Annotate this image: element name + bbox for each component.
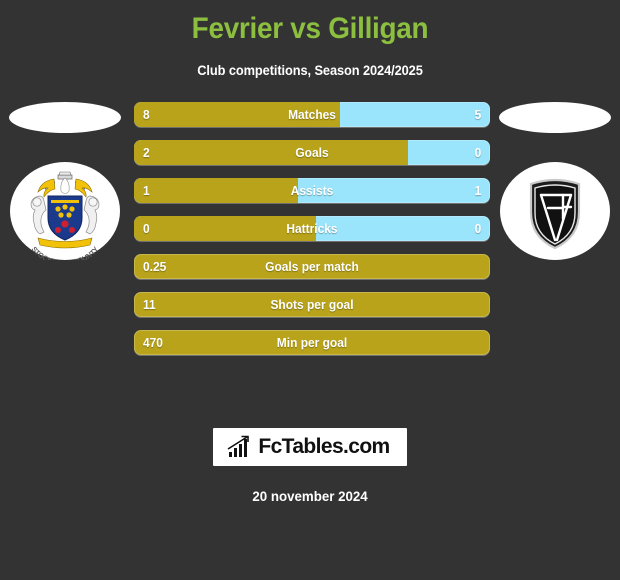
home-team-badge[interactable]: STOCKPORT COUNTY: [10, 161, 120, 260]
stat-row-hattricks: 0 Hattricks 0: [134, 215, 490, 241]
away-team-badge-column: [490, 101, 620, 402]
home-team-badge-column: STOCKPORT COUNTY: [0, 101, 130, 402]
stat-row-min-per-goal: 470 Min per goal: [134, 329, 490, 355]
home-ellipse-decoration: [9, 101, 121, 133]
stat-label: Matches: [288, 106, 336, 122]
stat-label: Assists: [290, 182, 334, 198]
stat-bar: 11 Shots per goal: [134, 291, 490, 317]
stat-label: Hattricks: [286, 220, 338, 236]
stat-bar: 8 Matches 5: [134, 101, 490, 127]
stat-bar: 2 Goals 0: [134, 139, 490, 165]
stat-row-matches: 8 Matches 5: [134, 101, 490, 127]
page-title: Fevrier vs Gilligan: [191, 12, 429, 45]
stat-bars-list: 8 Matches 5 2 Goals 0 1 Assists 1 0 Hatt…: [134, 101, 490, 368]
stat-label: Goals: [295, 144, 329, 160]
away-value: 1: [474, 182, 481, 198]
stat-bar: 0.25 Goals per match: [134, 253, 490, 279]
stat-label: Shots per goal: [270, 296, 354, 312]
logo-text: FcTables.com: [258, 435, 390, 459]
stat-label: Goals per match: [265, 258, 359, 274]
stat-bar: 1 Assists 1: [134, 177, 490, 203]
stat-row-goals-per-match: 0.25 Goals per match: [134, 253, 490, 279]
stat-row-shots-per-goal: 11 Shots per goal: [134, 291, 490, 317]
away-value: 0: [474, 220, 481, 236]
stat-bar: 470 Min per goal: [134, 329, 490, 355]
stat-comparison-page: Fevrier vs Gilligan Club competitions, S…: [0, 0, 620, 504]
af-shield-crest-icon: [529, 178, 581, 249]
stockport-county-crest-icon: STOCKPORT COUNTY: [30, 171, 100, 260]
stat-label: Min per goal: [276, 334, 348, 350]
stat-bar: 0 Hattricks 0: [134, 215, 490, 241]
comparison-board: STOCKPORT COUNTY 8 Matches 5 2 Goal: [0, 101, 620, 420]
away-value: 0: [474, 144, 481, 160]
fctables-logo[interactable]: FcTables.com: [213, 427, 407, 466]
away-ellipse-decoration: [499, 101, 611, 133]
away-team-badge[interactable]: [500, 161, 610, 260]
stat-row-goals: 2 Goals 0: [134, 139, 490, 165]
away-value: 5: [474, 106, 481, 122]
footer: FcTables.com 20 november 2024: [0, 427, 620, 504]
footer-date: 20 november 2024: [252, 487, 368, 504]
stat-row-assists: 1 Assists 1: [134, 177, 490, 203]
page-subtitle: Club competitions, Season 2024/2025: [197, 62, 423, 78]
bar-chart-trend-icon: [227, 435, 250, 457]
